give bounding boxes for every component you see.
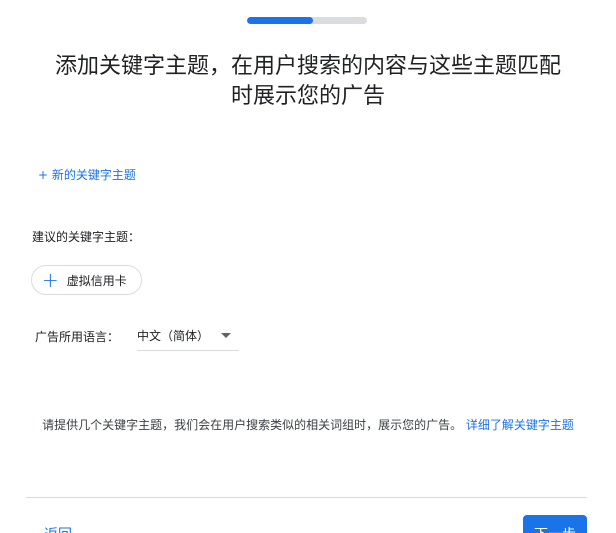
learn-more-link[interactable]: 详细了解关键字主题: [466, 418, 574, 432]
ad-language-value: 中文（简体）: [137, 329, 210, 343]
progress-bar: [247, 17, 367, 24]
keyword-theme-page: 添加关键字主题，在用户搜索的内容与这些主题匹配 时展示您的广告 + 新的关键字主…: [0, 0, 616, 533]
plus-icon: +: [42, 268, 59, 292]
help-text-body: 请提供几个关键字主题，我们会在用户搜索类似的相关词组时，展示您的广告。: [42, 418, 463, 432]
suggested-themes-label: 建议的关键字主题：: [32, 230, 141, 244]
ad-language-label: 广告所用语言：: [35, 330, 120, 344]
progress-fill: [247, 17, 313, 24]
ad-language-select[interactable]: 中文（简体）: [137, 321, 239, 351]
footer-divider: [26, 497, 587, 498]
suggested-theme-chip[interactable]: + 虚拟信用卡: [31, 265, 142, 295]
page-title-line-1: 添加关键字主题，在用户搜索的内容与这些主题匹配: [54, 54, 561, 79]
next-button[interactable]: 下一步: [523, 515, 587, 533]
page-title-line-2: 时展示您的广告: [230, 84, 385, 109]
page-title: 添加关键字主题，在用户搜索的内容与这些主题匹配 时展示您的广告: [20, 52, 596, 112]
add-keyword-theme-link[interactable]: + 新的关键字主题: [38, 166, 136, 183]
suggested-theme-chip-label: 虚拟信用卡: [66, 273, 127, 288]
back-button[interactable]: 返回: [44, 524, 72, 533]
help-text: 请提供几个关键字主题，我们会在用户搜索类似的相关词组时，展示您的广告。 详细了解…: [30, 417, 586, 433]
chevron-down-icon: [221, 333, 231, 338]
